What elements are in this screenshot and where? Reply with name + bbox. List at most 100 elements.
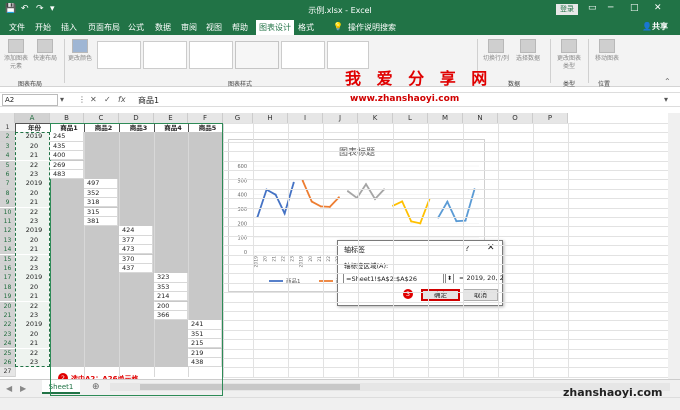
row-header[interactable]: 1: [0, 123, 15, 133]
chart-style-5[interactable]: [281, 41, 325, 69]
tab-format[interactable]: 格式: [298, 22, 314, 33]
row-header[interactable]: 6: [0, 170, 15, 180]
row-header[interactable]: 15: [0, 254, 15, 264]
value-cell[interactable]: 353: [154, 282, 188, 293]
value-cell[interactable]: 241: [188, 320, 222, 330]
value-cell[interactable]: 400: [50, 151, 84, 161]
row-header[interactable]: 4: [0, 151, 15, 161]
header-cell[interactable]: 年份: [15, 123, 50, 133]
column-header-m[interactable]: M: [428, 113, 463, 123]
value-cell[interactable]: 215: [188, 339, 222, 349]
next-sheet-icon[interactable]: ▶: [20, 384, 26, 393]
value-cell[interactable]: 315: [84, 207, 118, 217]
column-header-f[interactable]: F: [188, 113, 223, 123]
tab-chart-design[interactable]: 图表设计: [256, 20, 294, 35]
row-header[interactable]: 10: [0, 207, 15, 217]
tab-file[interactable]: 文件: [9, 22, 25, 33]
row-header[interactable]: 13: [0, 235, 15, 246]
column-header-i[interactable]: I: [288, 113, 323, 123]
minimize-icon[interactable]: ─: [608, 3, 613, 13]
change-color-button[interactable]: 更改颜色: [68, 39, 92, 63]
column-header-n[interactable]: N: [463, 113, 498, 123]
value-cell[interactable]: 438: [188, 358, 222, 368]
row-header[interactable]: 18: [0, 282, 15, 293]
switch-row-col-button[interactable]: 切换行/列: [482, 39, 510, 63]
row-header[interactable]: 12: [0, 226, 15, 236]
quick-layout-button[interactable]: 快速布局: [32, 39, 58, 63]
chart-style-4[interactable]: [235, 41, 279, 69]
tell-me-search[interactable]: 操作说明搜索: [348, 22, 396, 33]
value-cell[interactable]: 437: [119, 264, 153, 274]
column-header-e[interactable]: E: [154, 113, 188, 123]
chart-style-3[interactable]: [189, 41, 233, 69]
vertical-scrollbar[interactable]: [668, 113, 680, 379]
row-header[interactable]: 26: [0, 358, 15, 368]
value-cell[interactable]: 269: [50, 160, 84, 170]
row-header[interactable]: 3: [0, 141, 15, 152]
move-chart-button[interactable]: 移动图表: [594, 39, 620, 63]
row-header[interactable]: 16: [0, 264, 15, 274]
fx-icon[interactable]: fx: [118, 95, 126, 104]
row-header[interactable]: 23: [0, 329, 15, 340]
tab-page-layout[interactable]: 页面布局: [88, 22, 120, 33]
column-header-o[interactable]: O: [498, 113, 533, 123]
value-cell[interactable]: 435: [50, 141, 84, 152]
tab-insert[interactable]: 插入: [61, 22, 77, 33]
close-icon[interactable]: ✕: [654, 3, 662, 13]
row-header[interactable]: 25: [0, 348, 15, 358]
column-header-j[interactable]: J: [323, 113, 358, 123]
column-header-b[interactable]: B: [50, 113, 84, 123]
ribbon-options-icon[interactable]: ▭: [588, 3, 597, 13]
row-header[interactable]: 22: [0, 320, 15, 330]
tab-home[interactable]: 开始: [35, 22, 51, 33]
value-cell[interactable]: 200: [154, 301, 188, 311]
select-data-button[interactable]: 选择数据: [514, 39, 542, 63]
value-cell[interactable]: 366: [154, 311, 188, 321]
column-header-a[interactable]: A: [15, 113, 50, 123]
column-header-l[interactable]: L: [393, 113, 428, 123]
login-button[interactable]: 登录: [556, 4, 578, 15]
value-cell[interactable]: 424: [119, 226, 153, 236]
value-cell[interactable]: 245: [50, 132, 84, 142]
formula-input[interactable]: 商品1: [138, 95, 159, 106]
maximize-icon[interactable]: □: [630, 3, 639, 13]
value-cell[interactable]: 323: [154, 273, 188, 283]
value-cell[interactable]: 497: [84, 179, 118, 189]
cancel-button[interactable]: 取消: [463, 289, 498, 301]
cancel-icon[interactable]: ✕: [90, 95, 97, 104]
row-header[interactable]: 21: [0, 311, 15, 321]
prev-sheet-icon[interactable]: ◀: [6, 384, 12, 393]
row-header[interactable]: 9: [0, 198, 15, 208]
column-header-h[interactable]: H: [253, 113, 288, 123]
row-header[interactable]: 19: [0, 292, 15, 302]
value-cell[interactable]: 381: [84, 217, 118, 227]
chart-style-2[interactable]: [143, 41, 187, 69]
row-header[interactable]: 11: [0, 217, 15, 227]
value-cell[interactable]: 370: [119, 254, 153, 264]
tab-data[interactable]: 数据: [155, 22, 171, 33]
row-header[interactable]: 8: [0, 188, 15, 199]
row-header[interactable]: 20: [0, 301, 15, 311]
row-header[interactable]: 27: [0, 367, 15, 377]
chart-style-1[interactable]: [97, 41, 141, 69]
column-header-c[interactable]: C: [84, 113, 119, 123]
name-box[interactable]: A2: [2, 94, 58, 106]
row-header[interactable]: 7: [0, 179, 15, 189]
value-cell[interactable]: 377: [119, 235, 153, 246]
value-cell[interactable]: 483: [50, 170, 84, 180]
row-header[interactable]: 14: [0, 245, 15, 255]
row-header[interactable]: 5: [0, 160, 15, 170]
column-header-g[interactable]: G: [223, 113, 253, 123]
tab-help[interactable]: 帮助: [232, 22, 248, 33]
enter-icon[interactable]: ✓: [104, 95, 111, 104]
column-header-d[interactable]: D: [119, 113, 154, 123]
value-cell[interactable]: 473: [119, 245, 153, 255]
value-cell[interactable]: 214: [154, 292, 188, 302]
ok-button[interactable]: 确定: [421, 289, 460, 301]
value-cell[interactable]: 318: [84, 198, 118, 208]
row-header[interactable]: 17: [0, 273, 15, 283]
value-cell[interactable]: 351: [188, 329, 222, 340]
select-all-corner[interactable]: [0, 113, 15, 123]
row-header[interactable]: 24: [0, 339, 15, 349]
add-element-button[interactable]: 添加图表元素: [4, 39, 28, 71]
